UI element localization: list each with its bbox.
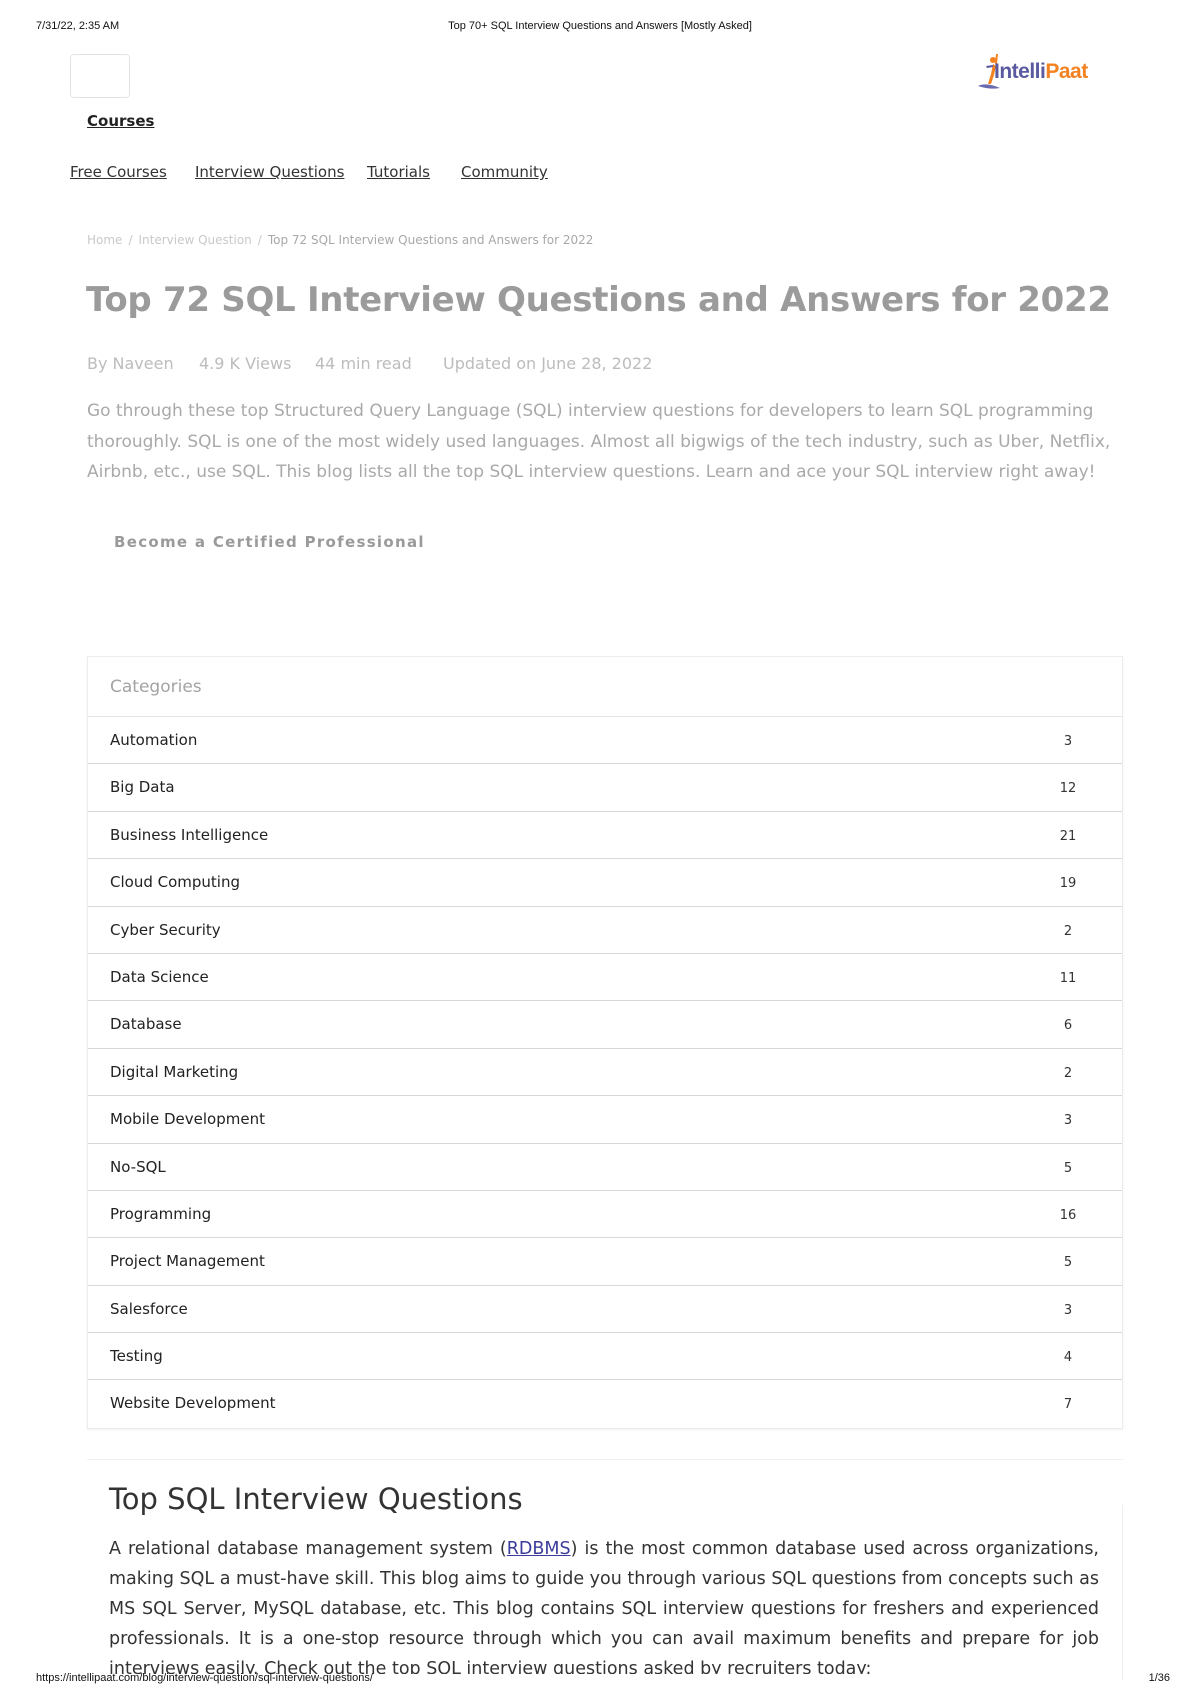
article-read-time: 44 min read [315,354,412,373]
breadcrumb-current: Top 72 SQL Interview Questions and Answe… [267,233,594,247]
category-row[interactable]: Business Intelligence 21 [88,812,1122,860]
category-row[interactable]: Automation 3 [88,717,1122,765]
category-name[interactable]: Big Data [110,778,175,796]
section-body-text: A relational database management system … [109,1539,507,1559]
category-count: 7 [1063,1397,1073,1413]
category-row[interactable]: Website Development 7 [88,1380,1122,1427]
category-name[interactable]: Automation [110,731,197,749]
category-name[interactable]: Business Intelligence [110,826,268,844]
print-url: https://intellipaat.com/blog/interview-q… [36,1672,373,1684]
menu-box-icon[interactable] [70,54,130,98]
categories-heading: Categories [88,657,1122,717]
nav-community[interactable]: Community [461,163,548,181]
article-author: By Naveen [87,354,174,373]
section-border [1122,1505,1123,1680]
section-body-text: ) is the most common database used acros… [109,1539,1099,1674]
category-row[interactable]: Project Management 5 [88,1238,1122,1286]
category-count: 3 [1063,1113,1073,1129]
category-name[interactable]: Testing [110,1347,163,1365]
print-page-number: 1/36 [1148,1672,1170,1684]
category-name[interactable]: No-SQL [110,1158,166,1176]
category-name[interactable]: Database [110,1015,182,1033]
category-row[interactable]: Testing 4 [88,1333,1122,1381]
category-count: 16 [1059,1207,1077,1223]
category-row[interactable]: Data Science 11 [88,954,1122,1002]
nav-free-courses[interactable]: Free Courses [70,163,167,181]
category-count: 6 [1063,1018,1073,1034]
courses-link[interactable]: Courses [87,112,154,130]
category-name[interactable]: Data Science [110,968,209,986]
breadcrumb-interview-question[interactable]: Interview Question [138,233,251,247]
intellipaat-logo[interactable]: IntelliPaat [978,52,1088,92]
category-count: 3 [1063,734,1073,749]
category-name[interactable]: Website Development [110,1394,276,1412]
category-name[interactable]: Cloud Computing [110,873,240,891]
category-row[interactable]: Mobile Development 3 [88,1096,1122,1144]
categories-panel: Categories Automation 3 Big Data 12 Business… [87,656,1123,1429]
category-count: 3 [1063,1302,1073,1318]
logo-text-part1: Intelli [994,60,1046,83]
become-certified-button[interactable]: Become a Certified Professional [114,533,425,551]
category-count: 5 [1063,1255,1073,1271]
section-title: Top SQL Interview Questions [109,1482,523,1516]
category-row[interactable]: Cyber Security 2 [88,907,1122,954]
section-body: A relational database management system … [109,1534,1099,1674]
nav-tutorials[interactable]: Tutorials [367,163,430,181]
logo-text: IntelliPaat [994,60,1088,84]
nav-interview-questions[interactable]: Interview Questions [195,163,344,181]
breadcrumb-home[interactable]: Home [87,233,122,247]
breadcrumb-separator: / [128,233,133,247]
category-row[interactable]: Digital Marketing 2 [88,1049,1122,1097]
article-updated: Updated on June 28, 2022 [443,354,653,373]
category-name[interactable]: Cyber Security [110,921,221,939]
breadcrumb-separator: / [257,233,262,247]
category-row[interactable]: No-SQL 5 [88,1144,1122,1191]
content-section: Top SQL Interview Questions A relational… [87,1459,1123,1680]
print-header: 7/31/22, 2:35 AM Top 70+ SQL Interview Q… [0,20,1200,36]
category-name[interactable]: Project Management [110,1252,265,1270]
category-name[interactable]: Salesforce [110,1300,188,1318]
category-name[interactable]: Digital Marketing [110,1063,238,1081]
category-count: 12 [1059,781,1077,797]
category-count: 19 [1059,876,1077,892]
page-title: Top 72 SQL Interview Questions and Answe… [86,280,1111,320]
category-name[interactable]: Mobile Development [110,1110,265,1128]
category-count: 21 [1059,828,1077,844]
category-count: 4 [1063,1350,1073,1366]
categories-list: Automation 3 Big Data 12 Business Intelligen… [88,717,1122,1428]
category-row[interactable]: Programming 16 [88,1191,1122,1239]
category-row[interactable]: Cloud Computing 19 [88,859,1122,907]
category-row[interactable]: Big Data 12 [88,764,1122,812]
category-count: 2 [1063,923,1073,939]
category-count: 11 [1059,970,1077,986]
category-row[interactable]: Salesforce 3 [88,1286,1122,1334]
breadcrumb: Home / Interview Question / Top 72 SQL Inter… [87,233,593,247]
category-name[interactable]: Programming [110,1205,211,1223]
logo-text-part2: Paat [1045,60,1088,83]
category-count: 5 [1063,1160,1073,1176]
category-row[interactable]: Database 6 [88,1001,1122,1049]
article-views: 4.9 K Views [199,354,292,373]
rdbms-link[interactable]: RDBMS [507,1539,571,1559]
category-count: 2 [1063,1065,1073,1081]
article-intro: Go through these top Structured Query La… [87,401,1111,482]
print-document-title: Top 70+ SQL Interview Questions and Answ… [448,20,752,32]
